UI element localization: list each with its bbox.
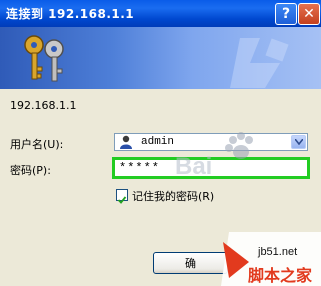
remember-password-label[interactable]: 记住我的密码(R) [132, 188, 214, 204]
chevron-down-icon [294, 139, 303, 145]
keys-icon [24, 35, 64, 82]
remember-password-checkbox[interactable] [116, 189, 128, 204]
site-watermark-url: jb51.net [258, 246, 298, 258]
username-dropdown-button[interactable] [291, 135, 306, 149]
password-label: 密码(P): [10, 164, 51, 177]
ok-button[interactable]: 确 [153, 252, 228, 274]
password-value: ***** [119, 161, 161, 175]
dialog-banner [0, 27, 321, 89]
checkmark-icon [117, 196, 127, 204]
close-button[interactable]: ✕ [298, 3, 320, 25]
close-icon: ✕ [303, 6, 315, 22]
window-title: 连接到 192.168.1.1 [6, 7, 135, 21]
help-button[interactable]: ? [275, 3, 297, 25]
baidu-watermark: Bai [175, 132, 253, 180]
site-watermark-brand: 脚本之家 [248, 266, 313, 285]
username-label: 用户名(U): [10, 138, 64, 151]
baidu-watermark-text: Bai [175, 153, 212, 180]
help-icon: ? [281, 6, 291, 22]
title-bar[interactable]: 连接到 192.168.1.1 ? ✕ [0, 0, 321, 27]
user-icon [120, 135, 132, 149]
username-value: admin [141, 136, 175, 148]
host-text: 192.168.1.1 [10, 99, 77, 112]
banner-decoration [230, 38, 289, 88]
